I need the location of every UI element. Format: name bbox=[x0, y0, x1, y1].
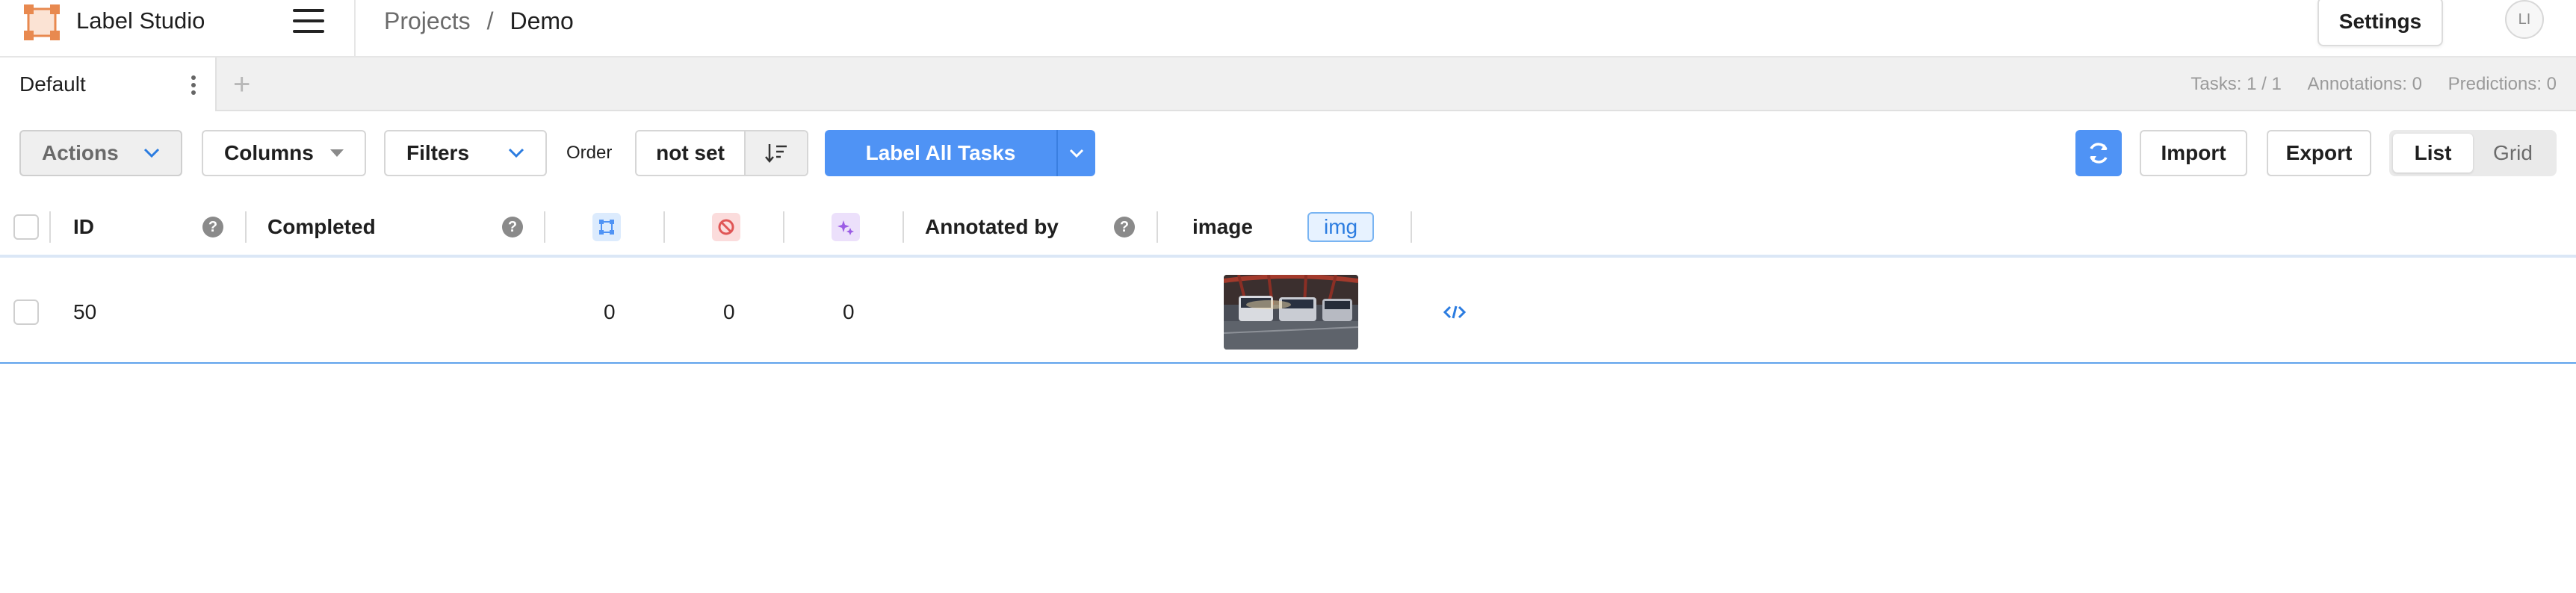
column-divider bbox=[663, 211, 665, 243]
columns-label: Columns bbox=[224, 141, 314, 164]
help-icon[interactable]: ? bbox=[502, 196, 523, 258]
column-label-id: ID bbox=[73, 215, 94, 238]
sort-direction-button[interactable] bbox=[746, 131, 807, 175]
column-header-completed[interactable]: Completed bbox=[267, 196, 376, 258]
bus-station-image bbox=[1224, 275, 1358, 350]
cell-total-annotations: 0 bbox=[604, 300, 616, 323]
order-label: Order bbox=[566, 143, 613, 163]
actions-label: Actions bbox=[42, 141, 119, 164]
view-toggle: List Grid bbox=[2389, 130, 2557, 176]
label-all-tasks-label[interactable]: Label All Tasks bbox=[825, 130, 1058, 176]
annotations-count-icon bbox=[592, 213, 621, 241]
order-select[interactable]: not set bbox=[637, 131, 746, 175]
breadcrumb-current[interactable]: Demo bbox=[510, 7, 573, 34]
annotations-count: Annotations: 0 bbox=[2307, 74, 2422, 94]
filters-label: Filters bbox=[406, 141, 470, 164]
tab-strip: Default + Tasks: 1 / 1 Annotations: 0 Pr… bbox=[0, 58, 2576, 111]
column-divider bbox=[902, 211, 904, 243]
tab-menu-icon[interactable] bbox=[191, 75, 197, 95]
chevron-down-icon bbox=[143, 148, 160, 158]
select-all-cell bbox=[13, 196, 39, 258]
app-brand[interactable]: Label Studio bbox=[76, 7, 205, 34]
column-header-id[interactable]: ID bbox=[73, 196, 94, 258]
view-grid-button[interactable]: Grid bbox=[2473, 134, 2553, 173]
column-divider bbox=[1157, 211, 1158, 243]
add-tab-button[interactable]: + bbox=[233, 69, 250, 99]
column-divider bbox=[245, 211, 247, 243]
source-code-icon[interactable] bbox=[1443, 261, 1466, 364]
top-bar: Label Studio Projects / Demo Settings LI bbox=[0, 0, 2576, 58]
breadcrumb-projects[interactable]: Projects bbox=[384, 7, 471, 34]
chevron-down-icon bbox=[508, 148, 524, 158]
column-label-image: image bbox=[1192, 215, 1253, 238]
row-select-cell bbox=[13, 261, 39, 364]
label-all-dropdown-button[interactable] bbox=[1058, 130, 1095, 176]
image-thumbnail[interactable] bbox=[1224, 275, 1358, 350]
tasks-count: Tasks: 1 / 1 bbox=[2190, 74, 2282, 94]
help-icon[interactable]: ? bbox=[1114, 196, 1135, 258]
header-divider bbox=[354, 0, 356, 58]
sort-icon bbox=[765, 144, 787, 163]
refresh-button[interactable] bbox=[2075, 130, 2122, 176]
tab-default[interactable]: Default bbox=[0, 58, 217, 111]
user-avatar[interactable]: LI bbox=[2505, 0, 2544, 39]
columns-button[interactable]: Columns bbox=[202, 130, 366, 176]
chevron-down-icon bbox=[1069, 149, 1084, 158]
column-header-image[interactable]: image bbox=[1192, 196, 1253, 258]
breadcrumb-separator: / bbox=[486, 7, 494, 34]
column-header-cancelled[interactable] bbox=[712, 196, 740, 258]
column-label-annotated-by: Annotated by bbox=[925, 215, 1059, 238]
order-control: not set bbox=[635, 130, 808, 176]
tab-label: Default bbox=[19, 72, 86, 96]
task-stats: Tasks: 1 / 1 Annotations: 0 Predictions:… bbox=[2170, 74, 2557, 95]
cell-image[interactable] bbox=[1224, 261, 1358, 364]
cell-total-predictions: 0 bbox=[843, 300, 855, 323]
import-button[interactable]: Import bbox=[2140, 130, 2247, 176]
refresh-icon bbox=[2090, 143, 2108, 164]
column-divider bbox=[783, 211, 784, 243]
row-checkbox[interactable] bbox=[13, 299, 39, 325]
menu-icon[interactable] bbox=[293, 9, 324, 33]
export-button[interactable]: Export bbox=[2267, 130, 2371, 176]
column-divider bbox=[49, 211, 51, 243]
cell-id: 50 bbox=[73, 300, 97, 323]
view-list-button[interactable]: List bbox=[2393, 134, 2473, 173]
cancelled-count-icon bbox=[712, 213, 740, 241]
filters-button[interactable]: Filters bbox=[384, 130, 547, 176]
column-header-predictions[interactable] bbox=[832, 196, 860, 258]
column-label-completed: Completed bbox=[267, 215, 376, 238]
settings-button[interactable]: Settings bbox=[2318, 0, 2443, 46]
predictions-count: Predictions: 0 bbox=[2447, 74, 2557, 94]
help-icon[interactable]: ? bbox=[202, 196, 223, 258]
cell-cancelled-annotations: 0 bbox=[723, 300, 735, 323]
image-type-badge: img bbox=[1307, 196, 1375, 258]
toolbar: Actions Columns Filters Order not set La… bbox=[0, 111, 2576, 196]
caret-down-icon bbox=[330, 149, 344, 157]
column-header-annotated-by[interactable]: Annotated by bbox=[925, 196, 1059, 258]
column-divider bbox=[1411, 211, 1412, 243]
column-divider bbox=[544, 211, 545, 243]
actions-button[interactable]: Actions bbox=[19, 130, 182, 176]
select-all-checkbox[interactable] bbox=[13, 214, 39, 240]
label-studio-logo-icon[interactable] bbox=[22, 3, 61, 42]
table-row[interactable]: 50 0 0 0 bbox=[0, 261, 2576, 364]
table-header: ID ? Completed ? Annotated by ? image im… bbox=[0, 196, 2576, 258]
column-header-annotations[interactable] bbox=[592, 196, 621, 258]
predictions-count-icon bbox=[832, 213, 860, 241]
label-all-tasks-button[interactable]: Label All Tasks bbox=[825, 130, 1095, 176]
breadcrumb: Projects / Demo bbox=[384, 7, 574, 35]
